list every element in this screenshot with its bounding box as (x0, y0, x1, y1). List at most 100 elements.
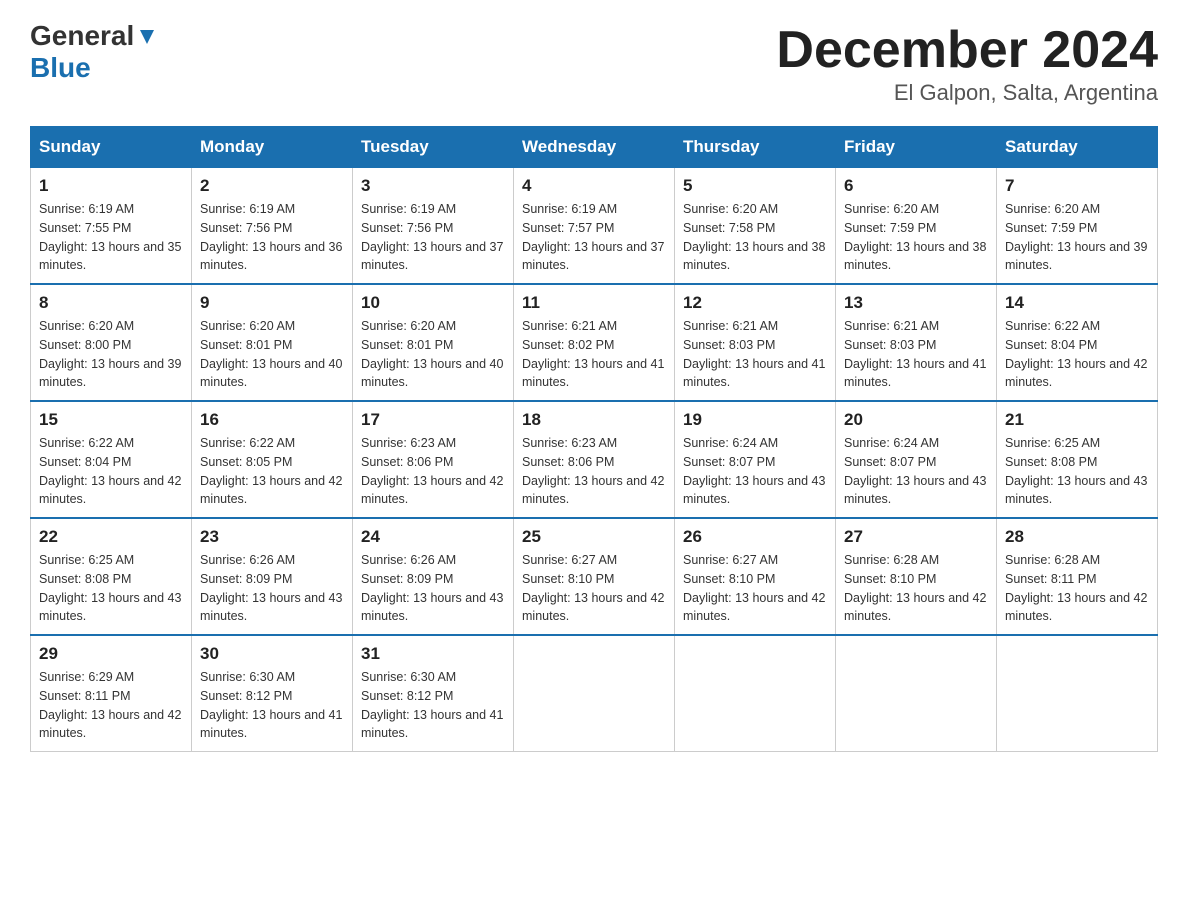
day-info: Sunrise: 6:23 AMSunset: 8:06 PMDaylight:… (522, 434, 666, 509)
day-number: 10 (361, 293, 505, 313)
day-number: 21 (1005, 410, 1149, 430)
calendar-day-cell: 29 Sunrise: 6:29 AMSunset: 8:11 PMDayligh… (31, 635, 192, 752)
page-header: General Blue December 2024 El Galpon, Sa… (30, 20, 1158, 106)
day-number: 23 (200, 527, 344, 547)
day-info: Sunrise: 6:19 AMSunset: 7:56 PMDaylight:… (361, 200, 505, 275)
day-info: Sunrise: 6:29 AMSunset: 8:11 PMDaylight:… (39, 668, 183, 743)
day-number: 8 (39, 293, 183, 313)
day-info: Sunrise: 6:19 AMSunset: 7:56 PMDaylight:… (200, 200, 344, 275)
day-number: 19 (683, 410, 827, 430)
calendar-week-row: 22 Sunrise: 6:25 AMSunset: 8:08 PMDayligh… (31, 518, 1158, 635)
day-number: 24 (361, 527, 505, 547)
logo: General Blue (30, 20, 158, 84)
day-info: Sunrise: 6:20 AMSunset: 8:00 PMDaylight:… (39, 317, 183, 392)
calendar-day-cell: 11 Sunrise: 6:21 AMSunset: 8:02 PMDayligh… (514, 284, 675, 401)
day-number: 29 (39, 644, 183, 664)
calendar-week-row: 29 Sunrise: 6:29 AMSunset: 8:11 PMDayligh… (31, 635, 1158, 752)
day-info: Sunrise: 6:19 AMSunset: 7:57 PMDaylight:… (522, 200, 666, 275)
calendar-day-cell: 9 Sunrise: 6:20 AMSunset: 8:01 PMDaylight… (192, 284, 353, 401)
calendar-day-cell: 31 Sunrise: 6:30 AMSunset: 8:12 PMDayligh… (353, 635, 514, 752)
day-number: 1 (39, 176, 183, 196)
day-number: 17 (361, 410, 505, 430)
calendar-day-cell: 21 Sunrise: 6:25 AMSunset: 8:08 PMDayligh… (997, 401, 1158, 518)
calendar-day-cell: 28Sunrise: 6:28 AMSunset: 8:11 PMDayligh… (997, 518, 1158, 635)
calendar-day-cell: 3Sunrise: 6:19 AMSunset: 7:56 PMDaylight… (353, 168, 514, 285)
day-info: Sunrise: 6:24 AMSunset: 8:07 PMDaylight:… (844, 434, 988, 509)
day-info: Sunrise: 6:21 AMSunset: 8:03 PMDaylight:… (683, 317, 827, 392)
day-number: 7 (1005, 176, 1149, 196)
day-number: 25 (522, 527, 666, 547)
calendar-day-cell: 2 Sunrise: 6:19 AMSunset: 7:56 PMDaylight… (192, 168, 353, 285)
weekday-header-wednesday: Wednesday (514, 127, 675, 168)
weekday-header-monday: Monday (192, 127, 353, 168)
calendar-day-cell (997, 635, 1158, 752)
calendar-day-cell (836, 635, 997, 752)
day-info: Sunrise: 6:26 AMSunset: 8:09 PMDaylight:… (361, 551, 505, 626)
location-subtitle: El Galpon, Salta, Argentina (776, 80, 1158, 106)
calendar-table: SundayMondayTuesdayWednesdayThursdayFrid… (30, 126, 1158, 752)
calendar-day-cell: 18 Sunrise: 6:23 AMSunset: 8:06 PMDayligh… (514, 401, 675, 518)
calendar-day-cell: 30 Sunrise: 6:30 AMSunset: 8:12 PMDayligh… (192, 635, 353, 752)
weekday-header-thursday: Thursday (675, 127, 836, 168)
day-info: Sunrise: 6:30 AMSunset: 8:12 PMDaylight:… (361, 668, 505, 743)
month-title: December 2024 (776, 20, 1158, 80)
day-info: Sunrise: 6:27 AMSunset: 8:10 PMDaylight:… (522, 551, 666, 626)
day-info: Sunrise: 6:21 AMSunset: 8:03 PMDaylight:… (844, 317, 988, 392)
weekday-header-friday: Friday (836, 127, 997, 168)
day-number: 27 (844, 527, 988, 547)
calendar-day-cell: 23 Sunrise: 6:26 AMSunset: 8:09 PMDayligh… (192, 518, 353, 635)
calendar-day-cell: 25 Sunrise: 6:27 AMSunset: 8:10 PMDayligh… (514, 518, 675, 635)
calendar-day-cell: 1 Sunrise: 6:19 AMSunset: 7:55 PMDaylight… (31, 168, 192, 285)
day-info: Sunrise: 6:20 AMSunset: 8:01 PMDaylight:… (200, 317, 344, 392)
day-info: Sunrise: 6:21 AMSunset: 8:02 PMDaylight:… (522, 317, 666, 392)
day-info: Sunrise: 6:20 AMSunset: 7:58 PMDaylight:… (683, 200, 827, 275)
day-number: 12 (683, 293, 827, 313)
day-number: 9 (200, 293, 344, 313)
calendar-day-cell: 24 Sunrise: 6:26 AMSunset: 8:09 PMDayligh… (353, 518, 514, 635)
calendar-day-cell: 17 Sunrise: 6:23 AMSunset: 8:06 PMDayligh… (353, 401, 514, 518)
calendar-day-cell: 27Sunrise: 6:28 AMSunset: 8:10 PMDayligh… (836, 518, 997, 635)
calendar-day-cell: 26 Sunrise: 6:27 AMSunset: 8:10 PMDayligh… (675, 518, 836, 635)
title-block: December 2024 El Galpon, Salta, Argentin… (776, 20, 1158, 106)
day-number: 31 (361, 644, 505, 664)
day-info: Sunrise: 6:22 AMSunset: 8:04 PMDaylight:… (39, 434, 183, 509)
day-number: 18 (522, 410, 666, 430)
day-number: 26 (683, 527, 827, 547)
day-info: Sunrise: 6:20 AMSunset: 7:59 PMDaylight:… (844, 200, 988, 275)
calendar-day-cell: 12 Sunrise: 6:21 AMSunset: 8:03 PMDayligh… (675, 284, 836, 401)
calendar-day-cell: 6 Sunrise: 6:20 AMSunset: 7:59 PMDaylight… (836, 168, 997, 285)
weekday-header-sunday: Sunday (31, 127, 192, 168)
weekday-header-tuesday: Tuesday (353, 127, 514, 168)
day-number: 28 (1005, 527, 1149, 547)
calendar-week-row: 1 Sunrise: 6:19 AMSunset: 7:55 PMDaylight… (31, 168, 1158, 285)
day-info: Sunrise: 6:25 AMSunset: 8:08 PMDaylight:… (39, 551, 183, 626)
day-number: 11 (522, 293, 666, 313)
calendar-day-cell (514, 635, 675, 752)
logo-general-text: General (30, 20, 134, 52)
day-number: 4 (522, 176, 666, 196)
day-number: 16 (200, 410, 344, 430)
day-number: 2 (200, 176, 344, 196)
day-number: 6 (844, 176, 988, 196)
calendar-day-cell: 15Sunrise: 6:22 AMSunset: 8:04 PMDayligh… (31, 401, 192, 518)
calendar-day-cell: 13Sunrise: 6:21 AMSunset: 8:03 PMDayligh… (836, 284, 997, 401)
day-info: Sunrise: 6:23 AMSunset: 8:06 PMDaylight:… (361, 434, 505, 509)
day-info: Sunrise: 6:19 AMSunset: 7:55 PMDaylight:… (39, 200, 183, 275)
calendar-day-cell (675, 635, 836, 752)
calendar-day-cell: 5 Sunrise: 6:20 AMSunset: 7:58 PMDaylight… (675, 168, 836, 285)
calendar-week-row: 15Sunrise: 6:22 AMSunset: 8:04 PMDayligh… (31, 401, 1158, 518)
weekday-header-row: SundayMondayTuesdayWednesdayThursdayFrid… (31, 127, 1158, 168)
day-info: Sunrise: 6:26 AMSunset: 8:09 PMDaylight:… (200, 551, 344, 626)
day-info: Sunrise: 6:24 AMSunset: 8:07 PMDaylight:… (683, 434, 827, 509)
day-number: 30 (200, 644, 344, 664)
day-info: Sunrise: 6:25 AMSunset: 8:08 PMDaylight:… (1005, 434, 1149, 509)
day-number: 22 (39, 527, 183, 547)
day-info: Sunrise: 6:27 AMSunset: 8:10 PMDaylight:… (683, 551, 827, 626)
calendar-week-row: 8 Sunrise: 6:20 AMSunset: 8:00 PMDaylight… (31, 284, 1158, 401)
day-number: 5 (683, 176, 827, 196)
day-info: Sunrise: 6:20 AMSunset: 8:01 PMDaylight:… (361, 317, 505, 392)
logo-blue-text: Blue (30, 52, 91, 84)
day-info: Sunrise: 6:30 AMSunset: 8:12 PMDaylight:… (200, 668, 344, 743)
calendar-day-cell: 4 Sunrise: 6:19 AMSunset: 7:57 PMDaylight… (514, 168, 675, 285)
calendar-day-cell: 20Sunrise: 6:24 AMSunset: 8:07 PMDayligh… (836, 401, 997, 518)
